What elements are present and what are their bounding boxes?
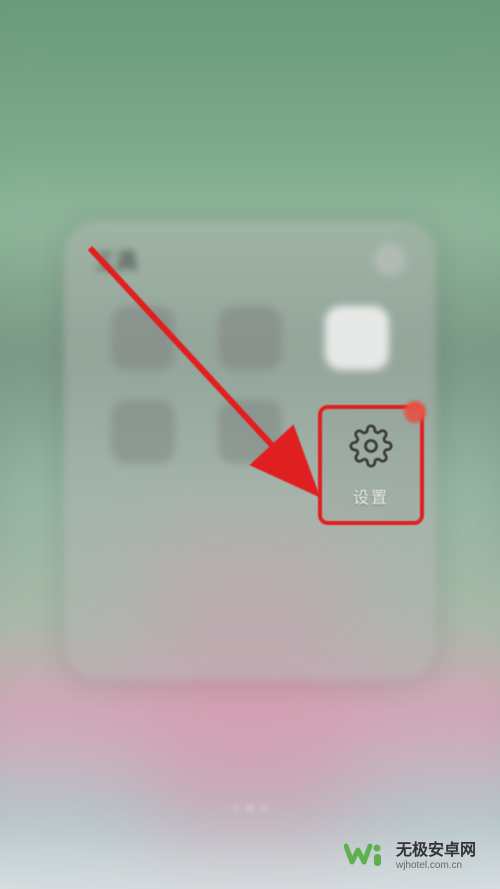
gear-icon [347, 422, 395, 470]
watermark-url: wjhotel.com.cn [396, 860, 476, 871]
settings-label: 设置 [353, 484, 389, 508]
watermark-title: 无极安卓网 [396, 836, 476, 860]
watermark-logo-icon [344, 840, 388, 868]
folder-close-button[interactable] [374, 244, 406, 276]
watermark: 无极安卓网 wjhotel.com.cn [344, 836, 476, 871]
annotation-arrow [72, 228, 342, 508]
page-indicator [233, 805, 267, 811]
status-bar [0, 0, 500, 40]
